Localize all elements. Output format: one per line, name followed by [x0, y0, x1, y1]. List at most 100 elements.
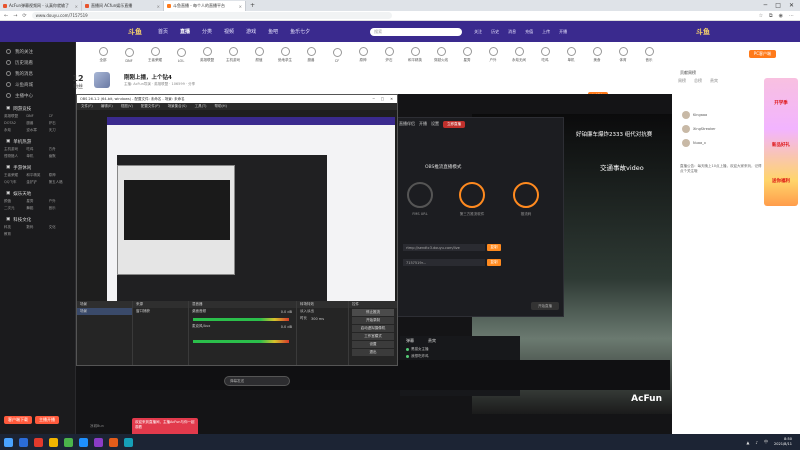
category-item[interactable]: 和平精英: [402, 47, 428, 63]
exit-button[interactable]: 退出: [352, 349, 394, 356]
search-input[interactable]: 搜索: [370, 27, 463, 36]
category-item[interactable]: 原神: [350, 47, 376, 63]
sidebar-item-history[interactable]: 历史观看: [0, 57, 75, 68]
nav-games[interactable]: 游戏: [246, 28, 256, 35]
sidebar-link[interactable]: DOTA2: [4, 121, 26, 126]
sidebar-link[interactable]: 吃鸡: [26, 147, 48, 152]
virtual-camera-button[interactable]: 启动虚拟摄像机: [352, 325, 394, 332]
sidebar-link[interactable]: 英雄联盟: [4, 114, 26, 119]
ime-indicator[interactable]: 中: [764, 439, 768, 445]
category-item[interactable]: 吃鸡: [532, 47, 558, 63]
companion-tab[interactable]: 开播: [419, 121, 427, 127]
close-icon[interactable]: ×: [75, 4, 78, 9]
minimize-icon[interactable]: ─: [764, 2, 768, 9]
sidebar-link[interactable]: QQ飞车: [4, 180, 26, 185]
stream-key-field[interactable]: 7157519r...: [403, 259, 485, 266]
taskbar-app-icon[interactable]: [64, 437, 73, 447]
menu-profile[interactable]: 配置文件(P): [141, 104, 160, 109]
nav-live[interactable]: 直播: [180, 28, 190, 35]
copy-key-button[interactable]: 复制: [487, 259, 501, 266]
sidebar-link[interactable]: 单机: [26, 154, 48, 159]
sidebar-item-messages[interactable]: 我的消息: [0, 68, 75, 79]
sidebar-link[interactable]: 永劫: [4, 128, 26, 133]
sidebar-link[interactable]: 户外: [49, 199, 71, 204]
site-logo[interactable]: 斗鱼: [128, 27, 142, 37]
browser-tab-live[interactable]: 直播间 ACfun娱乐直播 ×: [82, 1, 164, 11]
nav-yuba[interactable]: 鱼吧: [268, 28, 278, 35]
taskbar-app-icon[interactable]: [19, 437, 28, 447]
forward-icon[interactable]: →: [13, 13, 17, 19]
sidebar-link[interactable]: 幽默: [49, 154, 71, 159]
profile-icon[interactable]: ◉: [779, 13, 783, 19]
companion-tab[interactable]: 设置: [431, 121, 439, 127]
obs-preview[interactable]: [107, 117, 395, 307]
sidebar-link[interactable]: 金铲铲: [26, 180, 48, 185]
category-item[interactable]: 炉石: [376, 47, 402, 63]
category-item[interactable]: CF: [324, 47, 350, 63]
windows-start-icon[interactable]: [4, 437, 13, 447]
category-item[interactable]: 永劫无间: [506, 47, 532, 63]
nav-category[interactable]: 分类: [202, 28, 212, 35]
sidebar-link[interactable]: 主机游戏: [4, 147, 26, 152]
sidebar-link[interactable]: 教育: [4, 232, 26, 237]
sidebar-link[interactable]: DNF: [26, 114, 48, 119]
sidebar-link[interactable]: 舞蹈: [26, 206, 48, 211]
avatar[interactable]: [94, 72, 110, 88]
sidebar-link[interactable]: 逆水寒: [26, 128, 48, 133]
sidebar-link[interactable]: 天刀: [49, 128, 71, 133]
studio-mode-button[interactable]: 工作室模式: [352, 333, 394, 340]
category-item[interactable]: 单机: [558, 47, 584, 63]
settings-button[interactable]: 设置: [352, 341, 394, 348]
minimize-icon[interactable]: ─: [373, 97, 375, 101]
volume-meter[interactable]: [193, 318, 289, 321]
category-item[interactable]: 户外: [480, 47, 506, 63]
close-icon[interactable]: ×: [157, 4, 160, 9]
sidebar-link[interactable]: 音乐: [49, 206, 71, 211]
menu-edit[interactable]: 编辑(E): [101, 104, 113, 109]
nav-home[interactable]: 首页: [158, 28, 168, 35]
refresh-icon[interactable]: ⟳: [22, 13, 26, 19]
sidebar-link[interactable]: 怪物猎人: [4, 154, 26, 159]
sidebar-link[interactable]: 二次元: [4, 206, 26, 211]
menu-file[interactable]: 文件(F): [81, 104, 93, 109]
transition-select[interactable]: 淡入淡出: [297, 308, 348, 315]
volume-icon[interactable]: ♪: [755, 440, 758, 445]
taskbar-app-icon[interactable]: [109, 437, 118, 447]
volume-meter[interactable]: [193, 340, 289, 343]
copy-url-button[interactable]: 复制: [487, 244, 501, 251]
list-item[interactable]: Nuaa_x: [682, 136, 762, 150]
sidebar-link[interactable]: 方舟: [49, 147, 71, 152]
sidebar-item-follow[interactable]: 我的关注: [0, 46, 75, 57]
category-item[interactable]: 穿越火线: [428, 47, 454, 63]
maximize-icon[interactable]: □: [381, 97, 384, 101]
list-item[interactable]: Kingaaa: [682, 108, 762, 122]
history-link[interactable]: 历史: [491, 29, 499, 35]
scene-item[interactable]: 场景: [77, 308, 132, 315]
browser-tab-acfun[interactable]: AcFun弹幕视频网 - 认真你就输了 ×: [0, 1, 82, 11]
menu-tools[interactable]: 工具(T): [195, 104, 207, 109]
category-item[interactable]: 音乐: [636, 47, 662, 63]
source-item[interactable]: 窗口捕获: [133, 308, 188, 315]
close-icon[interactable]: ×: [239, 4, 242, 9]
category-item[interactable]: 颜值: [246, 47, 272, 63]
start-live-button[interactable]: 开始直播: [531, 302, 559, 310]
nav-event[interactable]: 鱼乐七夕: [290, 28, 310, 35]
go-live-link[interactable]: 开播: [559, 29, 567, 35]
tab-danmaku[interactable]: 弹幕: [406, 338, 414, 344]
sidebar-link[interactable]: 科技: [4, 225, 26, 230]
menu-help[interactable]: 帮助(H): [215, 104, 227, 109]
rtmp-url-field[interactable]: rtmp://sendtc3.douyu.com/live: [403, 244, 485, 251]
category-item[interactable]: 美食: [584, 47, 610, 63]
tab-total[interactable]: 总榜: [694, 78, 702, 84]
back-icon[interactable]: ←: [4, 13, 8, 19]
sidebar-link[interactable]: 魔兽: [26, 121, 48, 126]
star-icon[interactable]: ☆: [759, 13, 763, 19]
menu-scene-collection[interactable]: 场景集合(S): [168, 104, 187, 109]
taskbar-app-icon[interactable]: [49, 437, 58, 447]
close-icon[interactable]: ✕: [390, 97, 393, 101]
stop-streaming-button[interactable]: 停止推流: [352, 309, 394, 316]
sidebar-item-shop[interactable]: 斗鱼商城: [0, 79, 75, 90]
upload-link[interactable]: 上传: [542, 29, 550, 35]
taskbar-app-icon[interactable]: [94, 437, 103, 447]
messages-link[interactable]: 消息: [508, 29, 516, 35]
